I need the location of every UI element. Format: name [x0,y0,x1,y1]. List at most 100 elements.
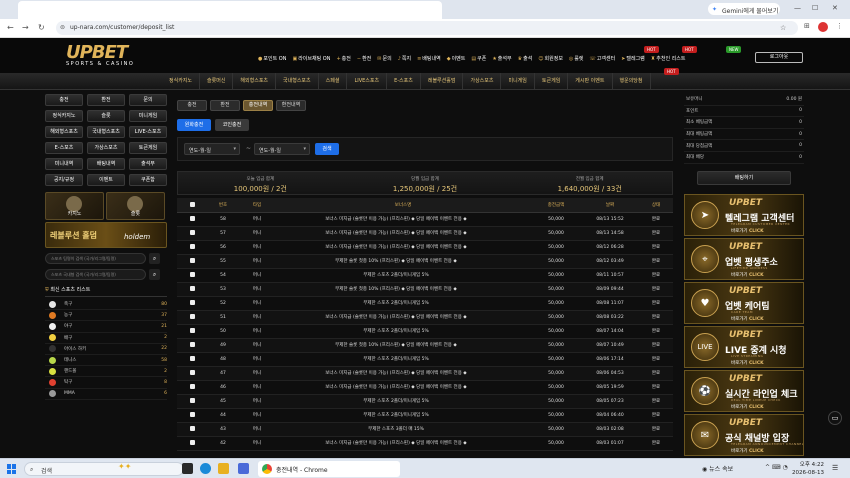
date-from-input[interactable]: 연도-월-일 ▾ [184,143,240,155]
minimize-icon[interactable]: — [794,4,801,12]
sidebar-button-8[interactable]: LIVE-스포츠 [129,126,167,138]
notification-icon[interactable]: ☰ [832,464,838,472]
edge-icon[interactable] [200,463,211,474]
sidebar-button-13[interactable]: 배팅내역 [87,158,125,170]
row-checkbox[interactable] [189,272,195,277]
select-all-checkbox[interactable] [189,201,195,207]
row-checkbox[interactable] [189,216,195,221]
sidebar-button-4[interactable]: 슬롯 [87,110,125,122]
subtab-1[interactable]: 코인충전 [215,119,249,131]
promo-banner-2[interactable]: ♥ UPBET 업벳 케어팀 CARE TEAM 바로가기 CLICK [684,281,804,324]
column-header-0[interactable] [177,198,207,213]
sidebar-button-10[interactable]: 가상스포츠 [87,142,125,154]
bookmark-star-icon[interactable]: ☆ [780,24,786,32]
sports-search-input-1[interactable]: 스포츠 팀명이 검색 (국가/리그명/팀명) [45,253,146,264]
top-link-coin[interactable]: ●포인트 ON [258,55,286,62]
sidebar-button-16[interactable]: 이벤트 [87,174,125,186]
sport-row[interactable]: 아이스 하키 22 [45,344,167,355]
search-icon[interactable]: ⌕ [149,253,160,264]
close-icon[interactable]: ✕ [832,4,838,12]
top-link-tv[interactable]: ▣라이브채팅 ON [292,55,330,62]
promo-banner-1[interactable]: ⌖ UPBET 업벳 평생주소 LIFETIME ADDRESS 바로가기 CLICK [684,237,804,280]
sports-search-input-2[interactable]: 스포츠 국내형 검색 (국가/리그명/팀명) [45,269,146,280]
sidebar-button-9[interactable]: E-스포츠 [45,142,83,154]
sidebar-button-7[interactable]: 국내형스포츠 [87,126,125,138]
row-checkbox[interactable] [189,314,195,319]
promo-banner-0[interactable]: ➤ UPBET 텔레그램 고객센터 TELEGRAM CUSTOMER CENTER 바… [684,193,804,236]
top-link-gift[interactable]: ◆이벤트 [447,55,466,62]
main-nav-item-1[interactable]: 슬롯머신 [200,73,234,90]
casino-banner[interactable]: 카지노 [45,192,104,220]
date-to-input[interactable]: 연도-월-일 ▾ [254,143,310,155]
main-nav-item-4[interactable]: 스페셜 [319,73,348,90]
row-checkbox[interactable] [189,300,195,305]
sport-row[interactable]: 야구 21 [45,321,167,333]
extensions-icon[interactable]: ⊞ [804,22,810,30]
row-checkbox[interactable] [189,328,195,333]
logout-button[interactable]: 로그아웃 [755,52,803,63]
row-checkbox[interactable] [189,258,195,263]
maximize-icon[interactable]: ☐ [812,4,818,12]
main-nav-item-10[interactable]: 토큰게임 [535,73,569,90]
tab-1[interactable]: 환전 [210,100,240,111]
main-nav-item-3[interactable]: 국내형스포츠 [276,73,319,90]
top-link-mail[interactable]: ✉문의 [377,55,391,62]
tray-icons[interactable]: ^ ⌨ ◔ [765,464,788,471]
sidebar-button-2[interactable]: 문의 [129,94,167,106]
profile-avatar[interactable] [818,22,828,32]
row-checkbox[interactable] [189,412,195,417]
row-checkbox[interactable] [189,426,195,431]
row-checkbox[interactable] [189,370,195,375]
holdem-banner[interactable]: 레볼루션 홀덤 holdem [45,222,167,248]
sidebar-button-1[interactable]: 환전 [87,94,125,106]
sidebar-button-12[interactable]: 미니내역 [45,158,83,170]
main-nav-item-9[interactable]: 미니게임 [501,73,535,90]
sidebar-button-0[interactable]: 충전 [45,94,83,106]
row-checkbox[interactable] [189,230,195,235]
sidebar-button-15[interactable]: 공지/규정 [45,174,83,186]
back-icon[interactable]: ← [7,23,14,32]
tab-3[interactable]: 환전내역 [276,100,306,111]
copilot-sparkle-icon[interactable]: ✦✦ [118,462,131,471]
taskbar-search[interactable]: ⌕ 검색 [24,462,184,476]
main-nav-item-8[interactable]: 가상스포츠 [463,73,502,90]
sport-row[interactable]: 테니스 58 [45,355,167,367]
top-link-roulette[interactable]: ◎룰렛 [569,55,584,62]
task-view-icon[interactable] [182,463,193,474]
sidebar-button-3[interactable]: 정식카지노 [45,110,83,122]
top-link-coupon[interactable]: ▤쿠폰 [471,55,486,62]
top-link-star[interactable]: ★출석부 [492,55,511,62]
main-nav-item-2[interactable]: 해외형스포츠 [233,73,277,90]
top-link-trophy[interactable]: ♜추천인 리스트 [651,55,686,62]
sidebar-button-14[interactable]: 출석부 [129,158,167,170]
search-icon[interactable]: ⌕ [149,269,160,280]
taskbar-chrome-window[interactable]: 충전내역 - Chrome [258,461,400,477]
sidebar-button-5[interactable]: 미니게임 [129,110,167,122]
sidebar-button-11[interactable]: 토큰게임 [129,142,167,154]
sidebar-button-6[interactable]: 해외형스포츠 [45,126,83,138]
chat-icon[interactable]: ▭ [828,411,842,425]
bet-button[interactable]: 배팅하기 [697,170,791,185]
row-checkbox[interactable] [189,440,195,445]
sidebar-button-17[interactable]: 쿠폰함 [129,174,167,186]
top-link-crown[interactable]: ♛출석 [518,55,533,62]
row-checkbox[interactable] [189,398,195,403]
row-checkbox[interactable] [189,342,195,347]
row-checkbox[interactable] [189,286,195,291]
top-link-minus[interactable]: −환전 [357,55,371,62]
browser-tab[interactable] [18,1,442,19]
site-logo[interactable]: UPBET SPORTS & CASINO [66,44,146,68]
tab-0[interactable]: 충전 [177,100,207,111]
top-link-plus[interactable]: +충전 [336,55,350,62]
main-nav-item-11[interactable]: 게시판 이벤트 [568,73,613,90]
top-link-headset[interactable]: ☏고객센터 [590,55,616,62]
site-info-icon[interactable]: ⊜ [60,24,65,31]
slot-banner[interactable]: 슬롯 [106,192,165,220]
row-checkbox[interactable] [189,384,195,389]
sport-row[interactable]: 배구 2 [45,333,167,344]
forward-icon[interactable]: → [22,23,29,32]
reload-icon[interactable]: ↻ [38,23,45,32]
sport-row[interactable]: 핸드볼 2 [45,366,167,378]
main-nav-item-7[interactable]: 레볼루션홀덤 [421,73,464,90]
sport-row[interactable]: 탁구 8 [45,377,167,389]
